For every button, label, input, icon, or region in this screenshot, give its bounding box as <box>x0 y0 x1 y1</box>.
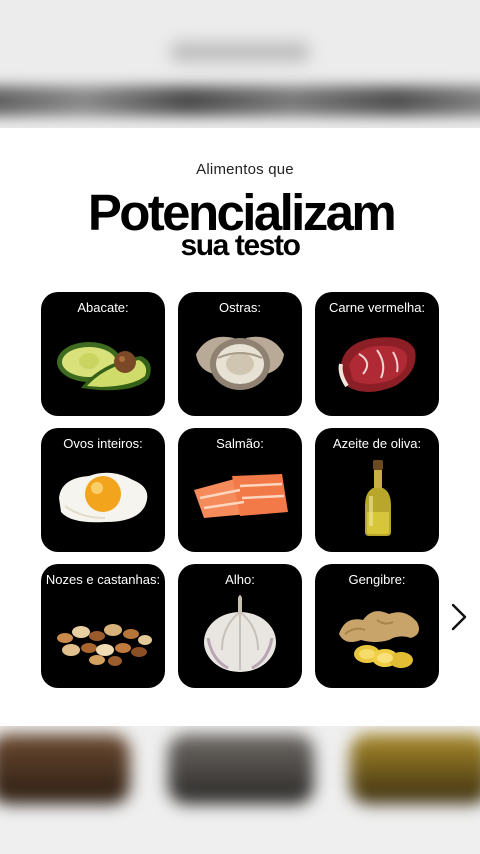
food-tile-carne-vermelha: Carne vermelha: <box>315 292 439 416</box>
chevron-right-icon[interactable] <box>446 600 472 634</box>
olive-oil-bottle-icon <box>365 460 391 536</box>
red-meat-icon <box>338 337 416 392</box>
food-tile-abacate: Abacate: <box>41 292 165 416</box>
food-tile-azeite-de-oliva: Azeite de oliva: <box>315 428 439 552</box>
ginger-icon <box>339 611 419 668</box>
avocado-icon <box>57 342 151 391</box>
garlic-icon <box>204 595 276 672</box>
salmon-icon <box>194 474 288 518</box>
food-tile-salmao: Salmão: <box>178 428 302 552</box>
food-tile-nozes-e-castanhas: Nozes e castanhas: <box>41 564 165 688</box>
post-subhead: sua testo <box>180 229 301 262</box>
blurred-background-top <box>0 0 480 128</box>
food-tile-ovos-inteiros: Ovos inteiros: <box>41 428 165 552</box>
food-tile-ostras: Ostras: <box>178 292 302 416</box>
food-tile-alho: Alho: <box>178 564 302 688</box>
mixed-nuts-icon <box>57 624 152 666</box>
oyster-icon <box>196 336 284 390</box>
blurred-background-bottom <box>0 726 480 854</box>
post-kicker: Alimentos que <box>196 161 294 178</box>
food-tile-gengibre: Gengibre: <box>315 564 439 688</box>
fried-egg-icon <box>59 472 148 523</box>
post-card: Alimentos que Potencializam sua testo Ab… <box>0 128 480 726</box>
